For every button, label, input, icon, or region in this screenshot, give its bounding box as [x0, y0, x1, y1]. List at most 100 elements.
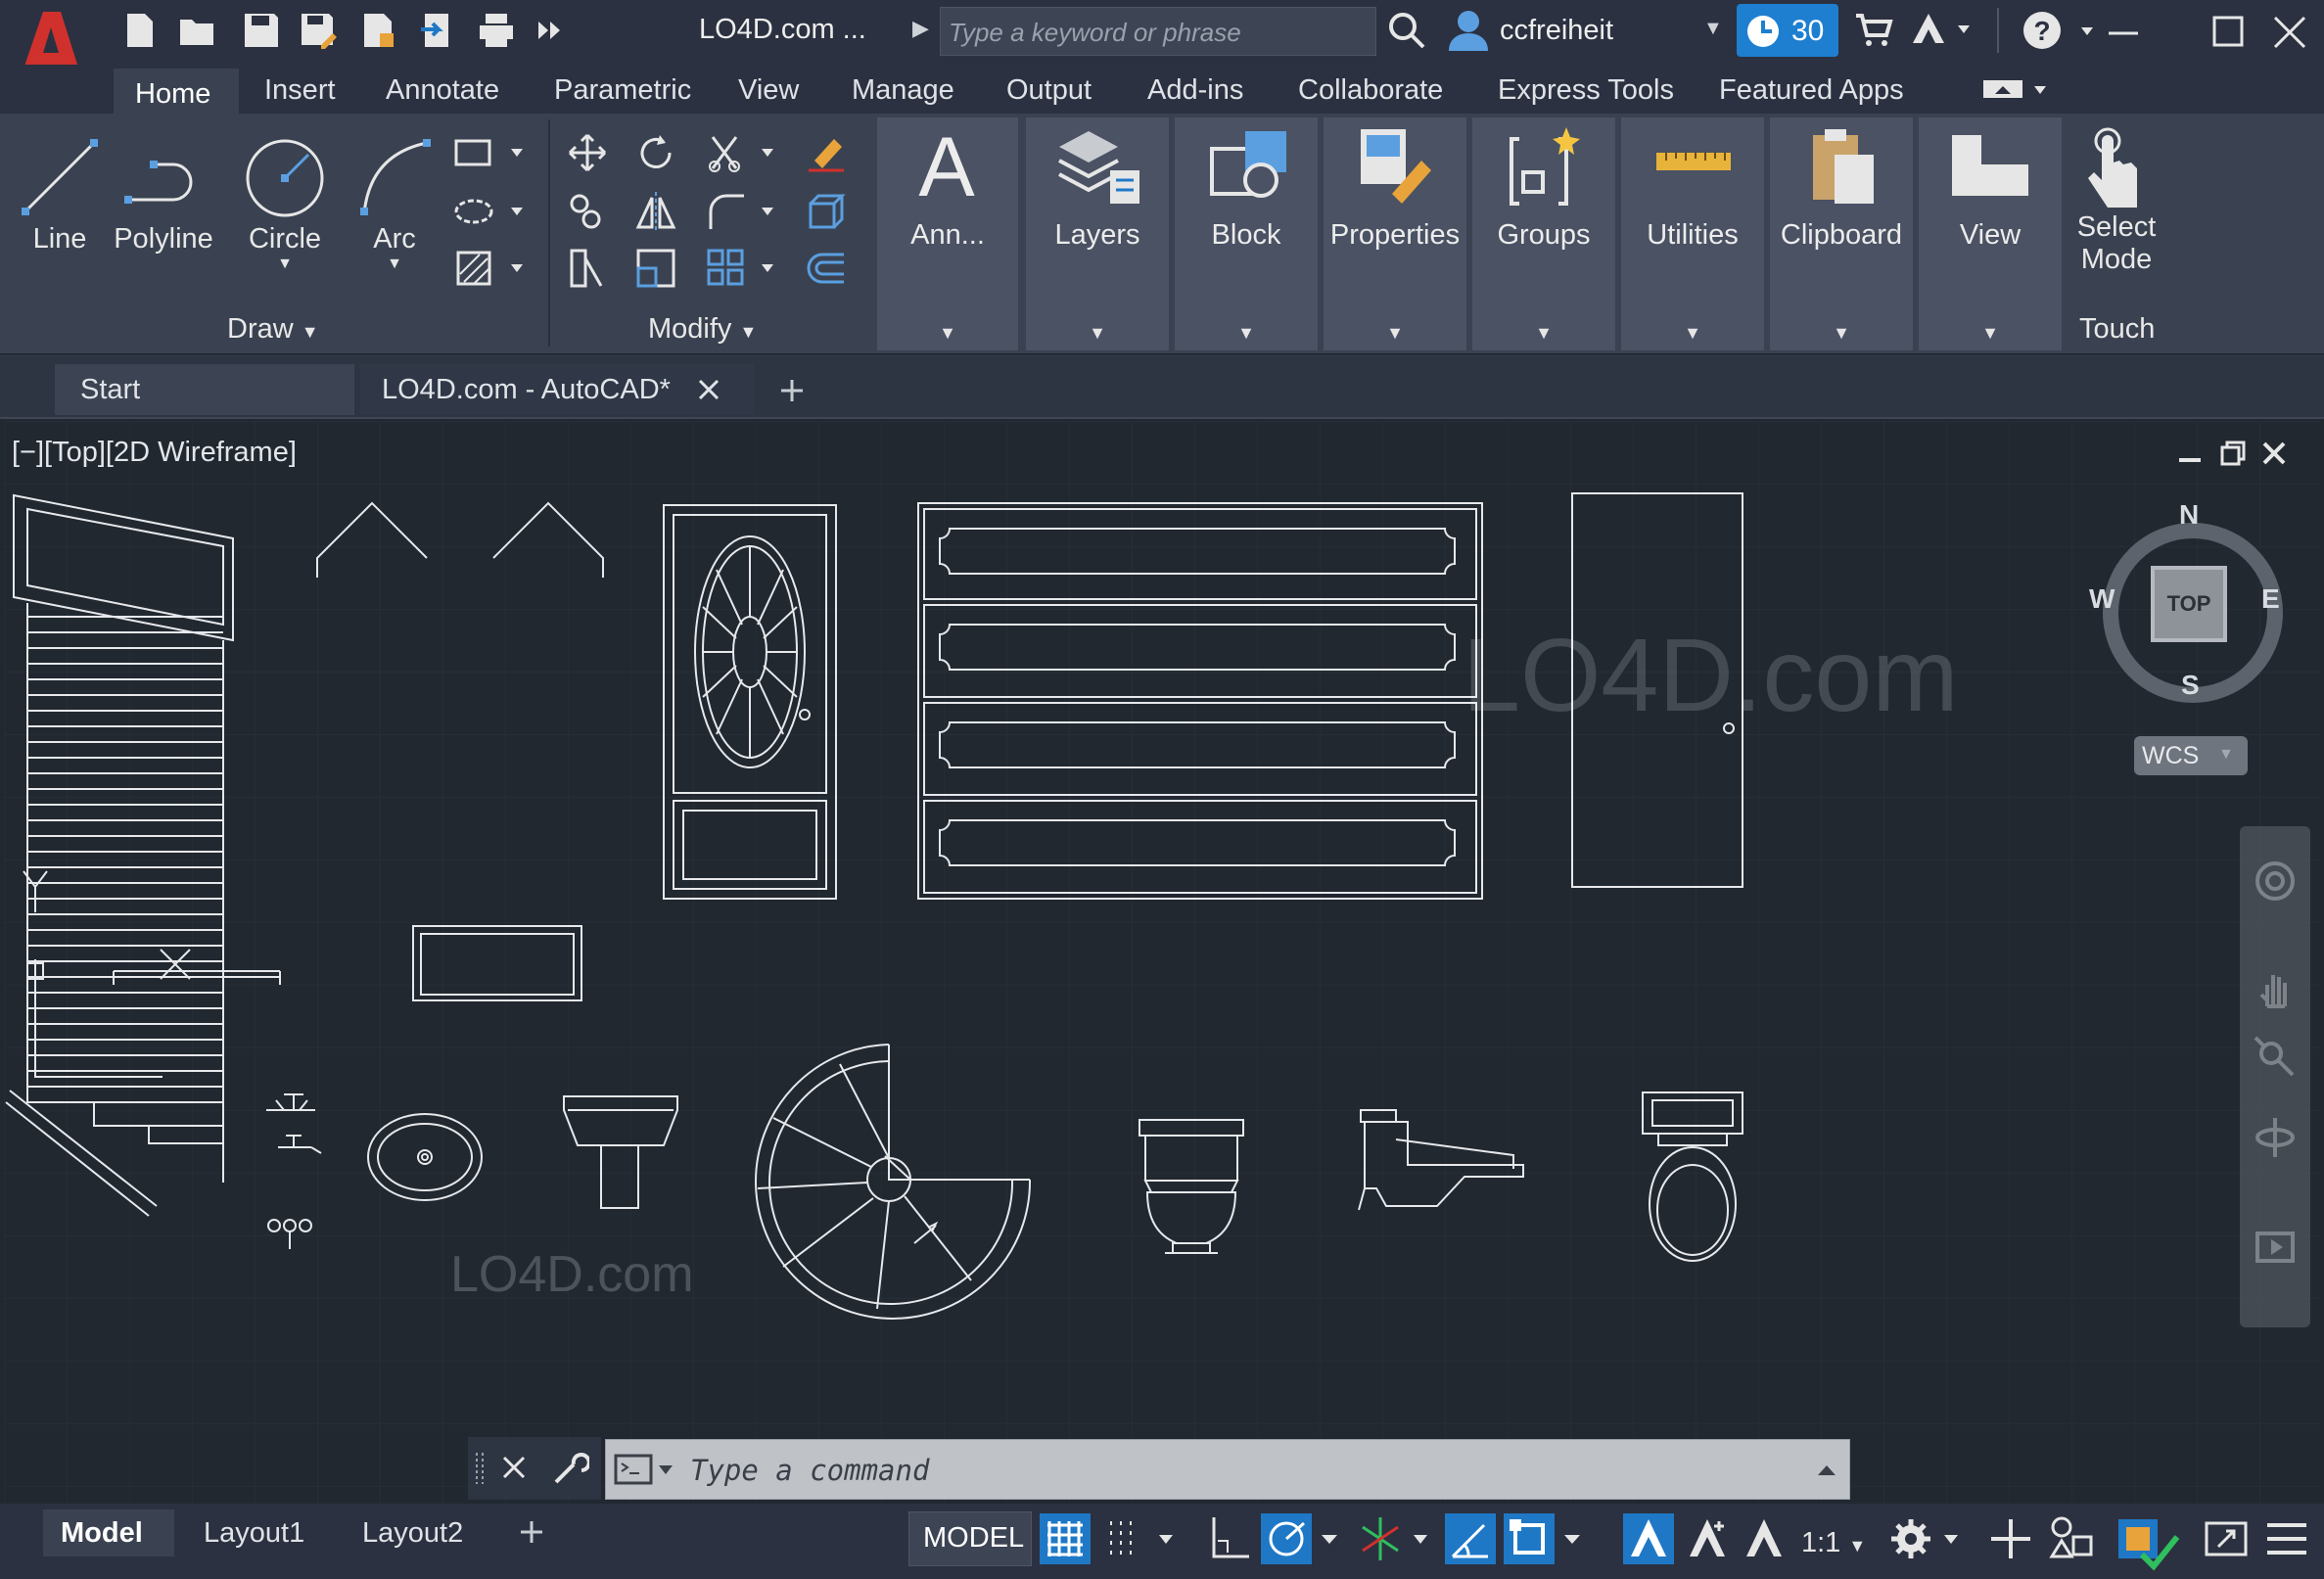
viewport-restore-icon[interactable]: [2218, 439, 2248, 468]
tab-manage[interactable]: Manage: [852, 74, 954, 107]
clipboard-panel-button[interactable]: Clipboard ▼: [1770, 117, 1913, 350]
minimize-icon[interactable]: [2101, 10, 2146, 55]
model-space-button[interactable]: MODEL: [908, 1511, 1032, 1566]
isolate-objects-icon[interactable]: [2046, 1513, 2097, 1564]
tab-express-tools[interactable]: Express Tools: [1498, 74, 1674, 107]
plot-icon[interactable]: [476, 10, 517, 51]
properties-panel-button[interactable]: Properties ▼: [1324, 117, 1466, 350]
tab-annotate[interactable]: Annotate: [386, 74, 499, 107]
auto-scale-icon[interactable]: [1682, 1513, 1733, 1564]
grid-display-icon[interactable]: [1040, 1513, 1091, 1564]
tab-home[interactable]: Home: [114, 69, 239, 116]
full-screen-icon[interactable]: [2201, 1513, 2252, 1564]
close-window-icon[interactable]: [2267, 10, 2312, 55]
ribbon-minimize-icon[interactable]: [1983, 78, 2048, 102]
trim-icon[interactable]: [705, 131, 777, 174]
isodraft-icon[interactable]: [1355, 1513, 1433, 1564]
line-button[interactable]: Line: [16, 125, 104, 255]
share-icon[interactable]: [417, 10, 458, 51]
object-snap-icon[interactable]: [1504, 1513, 1555, 1564]
annotation-panel-button[interactable]: A Ann... ▼: [877, 117, 1018, 350]
tab-view[interactable]: View: [738, 74, 799, 107]
tab-collaborate[interactable]: Collaborate: [1298, 74, 1443, 107]
steering-wheel-icon[interactable]: [2254, 859, 2297, 903]
tab-featured-apps[interactable]: Featured Apps: [1719, 74, 1904, 107]
polar-dropdown-icon[interactable]: [1318, 1513, 1341, 1564]
command-line-handle[interactable]: [468, 1437, 601, 1500]
osnap-dropdown-icon[interactable]: [1560, 1513, 1584, 1564]
qat-more-icon[interactable]: [535, 10, 566, 51]
tab-add-ins[interactable]: Add-ins: [1147, 74, 1243, 107]
title-arrow-icon[interactable]: ▶: [912, 16, 929, 41]
polar-tracking-icon[interactable]: [1261, 1513, 1312, 1564]
search-input[interactable]: Type a keyword or phrase: [940, 7, 1376, 56]
viewport-controls-label[interactable]: [−][Top][2D Wireframe]: [12, 437, 297, 469]
ortho-mode-icon[interactable]: [1204, 1513, 1255, 1564]
compass-east[interactable]: E: [2261, 583, 2280, 615]
start-tab[interactable]: Start: [55, 364, 354, 415]
arc-button[interactable]: Arc ▼: [350, 125, 439, 273]
polyline-button[interactable]: Polyline: [110, 125, 217, 255]
offset-icon[interactable]: [805, 247, 848, 290]
move-icon[interactable]: [566, 131, 609, 174]
zoom-extents-icon[interactable]: [2254, 1036, 2297, 1079]
stretch-icon[interactable]: [566, 247, 609, 290]
block-panel-button[interactable]: Block ▼: [1175, 117, 1318, 350]
annotation-visibility-icon[interactable]: [1623, 1513, 1674, 1564]
autodesk-a360-icon[interactable]: [1909, 8, 1974, 51]
publish-web-icon[interactable]: [358, 10, 399, 51]
ellipse-icon[interactable]: [452, 192, 525, 231]
showmotion-icon[interactable]: [2254, 1226, 2297, 1269]
circle-dropdown-icon[interactable]: ▼: [233, 255, 337, 273]
arc-dropdown-icon[interactable]: ▼: [350, 255, 439, 273]
drawing-linework[interactable]: [4, 421, 2320, 1504]
user-name[interactable]: ccfreiheit: [1500, 15, 1613, 47]
cart-icon[interactable]: [1854, 8, 1893, 51]
command-history-icon[interactable]: [614, 1452, 678, 1487]
user-dropdown-icon[interactable]: ▼: [1703, 18, 1723, 40]
viewport-minimize-icon[interactable]: [2175, 439, 2205, 468]
viewport-close-icon[interactable]: [2259, 439, 2289, 468]
circle-button[interactable]: Circle ▼: [233, 125, 337, 273]
command-customize-wrench-icon[interactable]: [550, 1449, 589, 1488]
drawing-canvas[interactable]: [−][Top][2D Wireframe] LO4D.com LO4D.com…: [4, 421, 2320, 1504]
groups-panel-button[interactable]: Groups ▼: [1472, 117, 1615, 350]
compass-south[interactable]: S: [2181, 670, 2200, 701]
search-icon[interactable]: [1386, 10, 1427, 51]
new-tab-plus-icon[interactable]: [779, 378, 805, 403]
save-icon[interactable]: [241, 10, 282, 51]
utilities-panel-button[interactable]: Utilities ▼: [1621, 117, 1764, 350]
close-tab-icon[interactable]: [697, 378, 720, 401]
layout-tab-layout1[interactable]: Layout1: [182, 1509, 335, 1556]
maximize-icon[interactable]: [2207, 10, 2252, 55]
hardware-acceleration-icon[interactable]: [2113, 1513, 2181, 1572]
compass-north[interactable]: N: [2179, 499, 2199, 531]
copy-icon[interactable]: [566, 190, 609, 233]
rectangle-icon[interactable]: [452, 133, 525, 172]
hatch-icon[interactable]: [452, 247, 525, 290]
open-folder-icon[interactable]: [176, 10, 217, 51]
layout-tab-model[interactable]: Model: [43, 1509, 174, 1556]
pan-hand-icon[interactable]: [2254, 967, 2297, 1010]
command-expand-icon[interactable]: [1816, 1462, 1837, 1477]
view-panel-button[interactable]: View ▼: [1919, 117, 2062, 350]
workspace-gear-icon[interactable]: [1887, 1513, 1966, 1564]
array-icon[interactable]: [705, 247, 777, 290]
compass-west[interactable]: W: [2089, 583, 2115, 615]
new-file-icon[interactable]: [119, 10, 161, 51]
3d-box-icon[interactable]: [805, 190, 848, 233]
save-as-icon[interactable]: [298, 10, 339, 51]
tab-output[interactable]: Output: [1006, 74, 1092, 107]
erase-icon[interactable]: [805, 131, 848, 174]
object-snap-tracking-icon[interactable]: [1445, 1513, 1496, 1564]
viewcube-top-face[interactable]: TOP: [2151, 566, 2227, 642]
help-icon[interactable]: ?: [2021, 8, 2099, 53]
layers-panel-button[interactable]: Layers ▼: [1026, 117, 1169, 350]
select-mode-button[interactable]: Select Mode: [2068, 123, 2165, 276]
draw-panel-label[interactable]: Draw ▼: [227, 313, 319, 346]
layout-tab-layout2[interactable]: Layout2: [341, 1509, 493, 1556]
command-line-input[interactable]: Type a command: [605, 1439, 1850, 1500]
scale-icon[interactable]: [634, 247, 677, 290]
tab-parametric[interactable]: Parametric: [554, 74, 691, 107]
drawing-tab[interactable]: LO4D.com - AutoCAD*: [360, 364, 754, 415]
